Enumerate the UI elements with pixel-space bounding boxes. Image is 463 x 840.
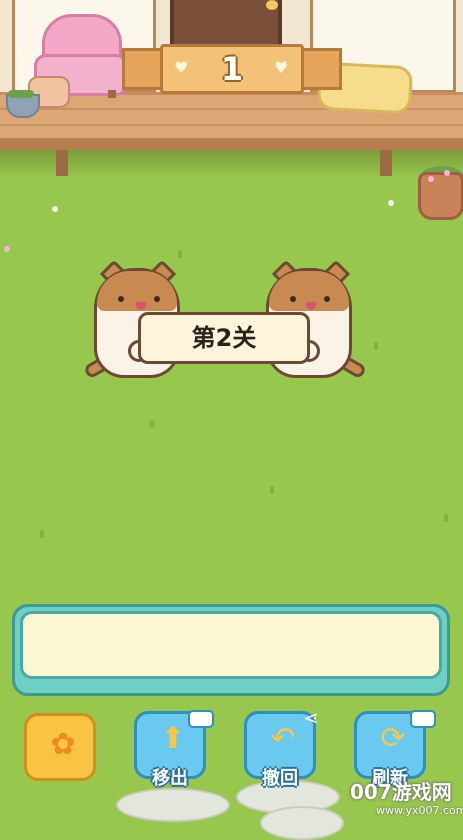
chair-leg bbox=[108, 90, 116, 98]
porch-post bbox=[56, 150, 68, 176]
move-out-label: 移出 bbox=[152, 768, 188, 789]
deck-plank-line bbox=[0, 124, 463, 126]
level-number: 1 bbox=[220, 50, 244, 88]
settings-button[interactable]: ✿ bbox=[24, 713, 96, 781]
tile-tray-slot-area[interactable] bbox=[20, 611, 442, 679]
porch-shadow bbox=[0, 150, 463, 178]
video-icon bbox=[188, 710, 214, 728]
stepping-stone bbox=[116, 788, 230, 822]
stage-label: 第2关 bbox=[191, 324, 257, 352]
right-cat-eye bbox=[290, 296, 296, 302]
video-icon bbox=[410, 710, 436, 728]
refresh-icon: ⟳ bbox=[380, 721, 406, 756]
flower-gear-icon: ✿ bbox=[50, 727, 76, 762]
grass-flower bbox=[52, 206, 58, 212]
left-cat-eye bbox=[154, 296, 160, 302]
grass-flower bbox=[4, 246, 10, 252]
flower bbox=[444, 170, 450, 176]
grass-flower bbox=[388, 200, 394, 206]
box-arrow-up-icon: ⬆ bbox=[160, 721, 186, 756]
watermark-url: www.yx007.com bbox=[376, 804, 463, 817]
stepping-stone bbox=[260, 806, 344, 840]
grass-tuft bbox=[40, 530, 44, 538]
grass-tuft bbox=[444, 514, 448, 522]
right-cat-eye bbox=[324, 296, 330, 302]
door-knob bbox=[266, 0, 278, 10]
grass-tuft bbox=[178, 250, 182, 258]
grass-tuft bbox=[374, 342, 378, 350]
grass-tuft bbox=[150, 420, 154, 428]
bowl-plant bbox=[8, 90, 34, 98]
grass-tuft bbox=[270, 486, 274, 494]
flower bbox=[428, 176, 434, 182]
undo-label: 撤回 bbox=[262, 768, 298, 789]
flower-pot bbox=[418, 172, 463, 220]
share-icon: ⋖ bbox=[303, 708, 319, 729]
left-cat-eye bbox=[118, 296, 124, 302]
porch-post bbox=[380, 150, 392, 176]
